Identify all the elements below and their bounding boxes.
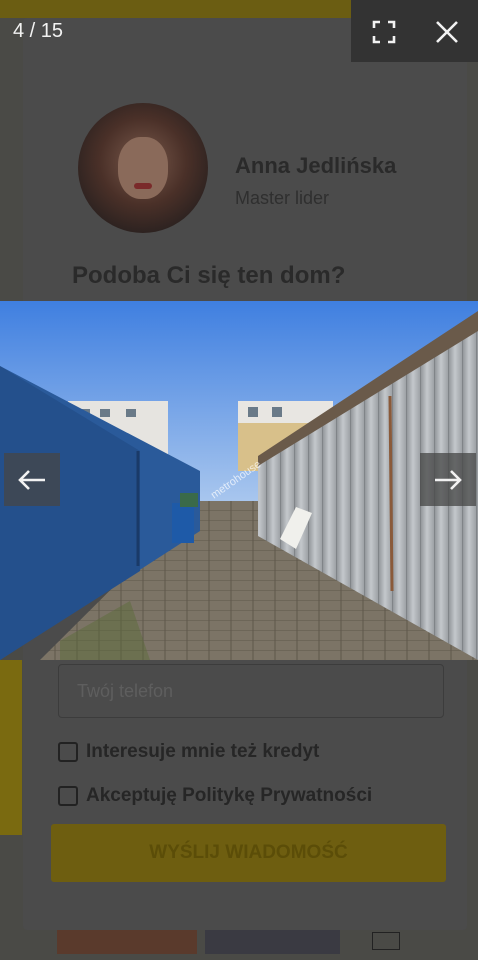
- privacy-checkbox-row[interactable]: Akceptuję Politykę Prywatności: [58, 785, 372, 807]
- property-photo: metrohouse: [0, 301, 478, 660]
- close-icon: [436, 21, 458, 43]
- fullscreen-button[interactable]: [370, 18, 398, 46]
- next-image-button[interactable]: [420, 453, 476, 506]
- thumbnail: [372, 932, 400, 950]
- agent-role: Master lider: [235, 188, 330, 208]
- agent-name: Anna Jedlińska: [235, 153, 397, 178]
- close-button[interactable]: [433, 18, 461, 46]
- thumbnail: [205, 930, 340, 954]
- side-accent: [0, 660, 22, 835]
- avatar: [78, 103, 208, 233]
- phone-field[interactable]: [58, 664, 444, 718]
- privacy-checkbox[interactable]: [58, 786, 78, 806]
- arrow-left-icon: [18, 469, 45, 490]
- arrow-right-icon: [435, 469, 462, 490]
- fullscreen-icon: [372, 20, 396, 44]
- credit-checkbox-row[interactable]: Interesuje mnie też kredyt: [58, 741, 319, 763]
- send-message-button[interactable]: WYŚLIJ WIADOMOŚĆ: [51, 824, 446, 882]
- previous-image-button[interactable]: [4, 453, 60, 506]
- form-headline: Podoba Ci się ten dom?: [72, 262, 346, 289]
- privacy-checkbox-label: Akceptuję Politykę Prywatności: [86, 785, 373, 806]
- thumbnail: [57, 930, 197, 954]
- credit-checkbox[interactable]: [58, 742, 78, 762]
- credit-checkbox-label: Interesuje mnie też kredyt: [86, 741, 320, 762]
- image-counter: 4 / 15: [13, 20, 64, 42]
